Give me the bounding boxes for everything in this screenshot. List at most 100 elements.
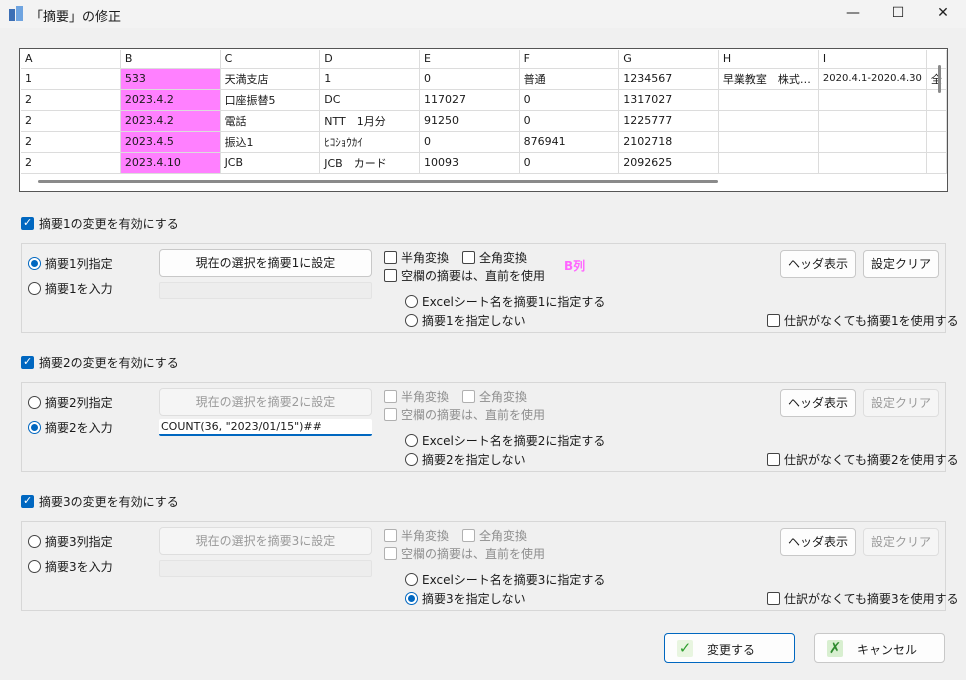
enable-tekiyo3-checkbox[interactable]: 摘要3の変更を有効にする: [21, 493, 179, 510]
grid-cell[interactable]: [718, 89, 819, 111]
radio-icon[interactable]: [28, 421, 41, 434]
grid-cell[interactable]: 天満支店: [220, 68, 321, 90]
grid-cell[interactable]: 2: [21, 89, 121, 111]
table-row[interactable]: 2 2023.4.5 振込1 ﾋｺｼｮｳｶｲ 0 876941 2102718: [21, 131, 947, 153]
tekiyo1-blank-checkbox[interactable]: 空欄の摘要は、直前を使用: [384, 267, 545, 284]
tekiyo3-column-radio[interactable]: 摘要3列指定: [28, 533, 113, 550]
checkbox-icon[interactable]: [384, 547, 397, 560]
tekiyo1-header-button[interactable]: ヘッダ表示: [780, 250, 856, 278]
grid-cell[interactable]: 2102718: [618, 131, 719, 153]
grid-cell[interactable]: JCB: [220, 152, 321, 174]
set-selection-tekiyo1-button[interactable]: 現在の選択を摘要1に設定: [159, 249, 372, 277]
tekiyo1-column-radio[interactable]: 摘要1列指定: [28, 255, 113, 272]
vertical-scrollbar[interactable]: [938, 65, 941, 93]
col-header[interactable]: H: [718, 50, 819, 69]
radio-icon[interactable]: [28, 535, 41, 548]
grid-cell[interactable]: 0: [419, 68, 520, 90]
tekiyo2-header-button[interactable]: ヘッダ表示: [780, 389, 856, 417]
grid-cell[interactable]: 2023.4.2: [120, 110, 221, 132]
tekiyo3-input-radio[interactable]: 摘要3を入力: [28, 558, 113, 575]
enable-tekiyo2-checkbox[interactable]: 摘要2の変更を有効にする: [21, 354, 179, 371]
tekiyo1-always-checkbox[interactable]: 仕訳がなくても摘要1を使用する: [767, 312, 959, 329]
checkbox-icon[interactable]: [462, 390, 475, 403]
radio-icon[interactable]: [28, 396, 41, 409]
tekiyo2-hankaku-checkbox[interactable]: 半角変換: [384, 388, 449, 405]
tekiyo3-always-checkbox[interactable]: 仕訳がなくても摘要3を使用する: [767, 590, 959, 607]
grid-cell[interactable]: 2023.4.2: [120, 89, 221, 111]
grid-cell[interactable]: [718, 152, 819, 174]
grid-cell[interactable]: 1234567: [618, 68, 719, 90]
grid-cell[interactable]: [926, 110, 947, 132]
tekiyo2-always-checkbox[interactable]: 仕訳がなくても摘要2を使用する: [767, 451, 959, 468]
table-row[interactable]: 1 533 天満支店 1 0 普通 1234567 早業教室 株式… 2020.…: [21, 68, 947, 90]
grid-cell[interactable]: NTT 1月分: [319, 110, 421, 132]
checkbox-icon[interactable]: [767, 592, 780, 605]
grid-cell[interactable]: 2020.4.1-2020.4.30: [818, 68, 927, 90]
tekiyo2-clear-button[interactable]: 設定クリア: [863, 389, 939, 417]
grid-cell[interactable]: 2092625: [618, 152, 719, 174]
col-header[interactable]: E: [419, 50, 520, 69]
tekiyo1-clear-button[interactable]: 設定クリア: [863, 250, 939, 278]
col-header[interactable]: D: [319, 50, 421, 69]
tekiyo3-header-button[interactable]: ヘッダ表示: [780, 528, 856, 556]
tekiyo3-zenkaku-checkbox[interactable]: 全角変換: [462, 527, 527, 544]
tekiyo3-none-radio[interactable]: 摘要3を指定しない: [405, 590, 526, 607]
tekiyo2-excel-radio[interactable]: Excelシート名を摘要2に指定する: [405, 432, 605, 449]
tekiyo1-input-radio[interactable]: 摘要1を入力: [28, 280, 113, 297]
grid-cell[interactable]: 振込1: [220, 131, 321, 153]
horizontal-scrollbar[interactable]: [38, 180, 718, 183]
grid-cell[interactable]: [926, 131, 947, 153]
checkbox-icon[interactable]: [767, 453, 780, 466]
table-row[interactable]: 2 2023.4.10 JCB JCB カード 10093 0 2092625: [21, 152, 947, 174]
grid-cell[interactable]: 1: [319, 68, 421, 90]
maximize-button[interactable]: ☐: [875, 0, 921, 28]
grid-cell[interactable]: 2: [21, 131, 121, 153]
radio-icon[interactable]: [405, 573, 418, 586]
grid-cell[interactable]: 全: [926, 68, 947, 90]
grid-cell[interactable]: [818, 131, 927, 153]
tekiyo1-none-radio[interactable]: 摘要1を指定しない: [405, 312, 526, 329]
table-row[interactable]: 2 2023.4.2 電話 NTT 1月分 91250 0 1225777: [21, 110, 947, 132]
checkbox-icon[interactable]: [384, 269, 397, 282]
col-header[interactable]: G: [618, 50, 719, 69]
grid-cell[interactable]: 117027: [419, 89, 520, 111]
set-selection-tekiyo3-button[interactable]: 現在の選択を摘要3に設定: [159, 527, 372, 555]
tekiyo2-blank-checkbox[interactable]: 空欄の摘要は、直前を使用: [384, 406, 545, 423]
grid-cell[interactable]: 口座振替5: [220, 89, 321, 111]
radio-icon[interactable]: [28, 257, 41, 270]
tekiyo3-excel-radio[interactable]: Excelシート名を摘要3に指定する: [405, 571, 605, 588]
grid-cell[interactable]: [818, 110, 927, 132]
checkbox-icon[interactable]: [462, 251, 475, 264]
checkbox-icon[interactable]: [384, 390, 397, 403]
radio-icon[interactable]: [405, 453, 418, 466]
grid-cell[interactable]: 2: [21, 110, 121, 132]
col-header[interactable]: I: [818, 50, 927, 69]
tekiyo3-hankaku-checkbox[interactable]: 半角変換: [384, 527, 449, 544]
tekiyo3-input-field[interactable]: [159, 560, 372, 577]
radio-icon[interactable]: [405, 434, 418, 447]
tekiyo2-zenkaku-checkbox[interactable]: 全角変換: [462, 388, 527, 405]
grid-cell[interactable]: 0: [519, 110, 620, 132]
grid-cell[interactable]: [818, 152, 927, 174]
grid-cell[interactable]: 普通: [519, 68, 620, 90]
tekiyo3-blank-checkbox[interactable]: 空欄の摘要は、直前を使用: [384, 545, 545, 562]
col-header[interactable]: A: [21, 50, 121, 69]
checkbox-icon[interactable]: [462, 529, 475, 542]
grid-cell[interactable]: 電話: [220, 110, 321, 132]
grid-cell[interactable]: 10093: [419, 152, 520, 174]
checkbox-icon[interactable]: [767, 314, 780, 327]
checkbox-icon[interactable]: [384, 408, 397, 421]
col-header[interactable]: C: [220, 50, 321, 69]
grid-cell[interactable]: 2023.4.10: [120, 152, 221, 174]
tekiyo1-zenkaku-checkbox[interactable]: 全角変換: [462, 249, 527, 266]
grid-cell[interactable]: 2023.4.5: [120, 131, 221, 153]
tekiyo3-clear-button[interactable]: 設定クリア: [863, 528, 939, 556]
checkbox-icon[interactable]: [21, 355, 34, 369]
radio-icon[interactable]: [405, 295, 418, 308]
checkbox-icon[interactable]: [384, 251, 397, 264]
tekiyo1-hankaku-checkbox[interactable]: 半角変換: [384, 249, 449, 266]
grid-cell[interactable]: DC: [319, 89, 421, 111]
grid-cell[interactable]: [926, 89, 947, 111]
col-header[interactable]: F: [519, 50, 620, 69]
radio-icon[interactable]: [405, 592, 418, 605]
